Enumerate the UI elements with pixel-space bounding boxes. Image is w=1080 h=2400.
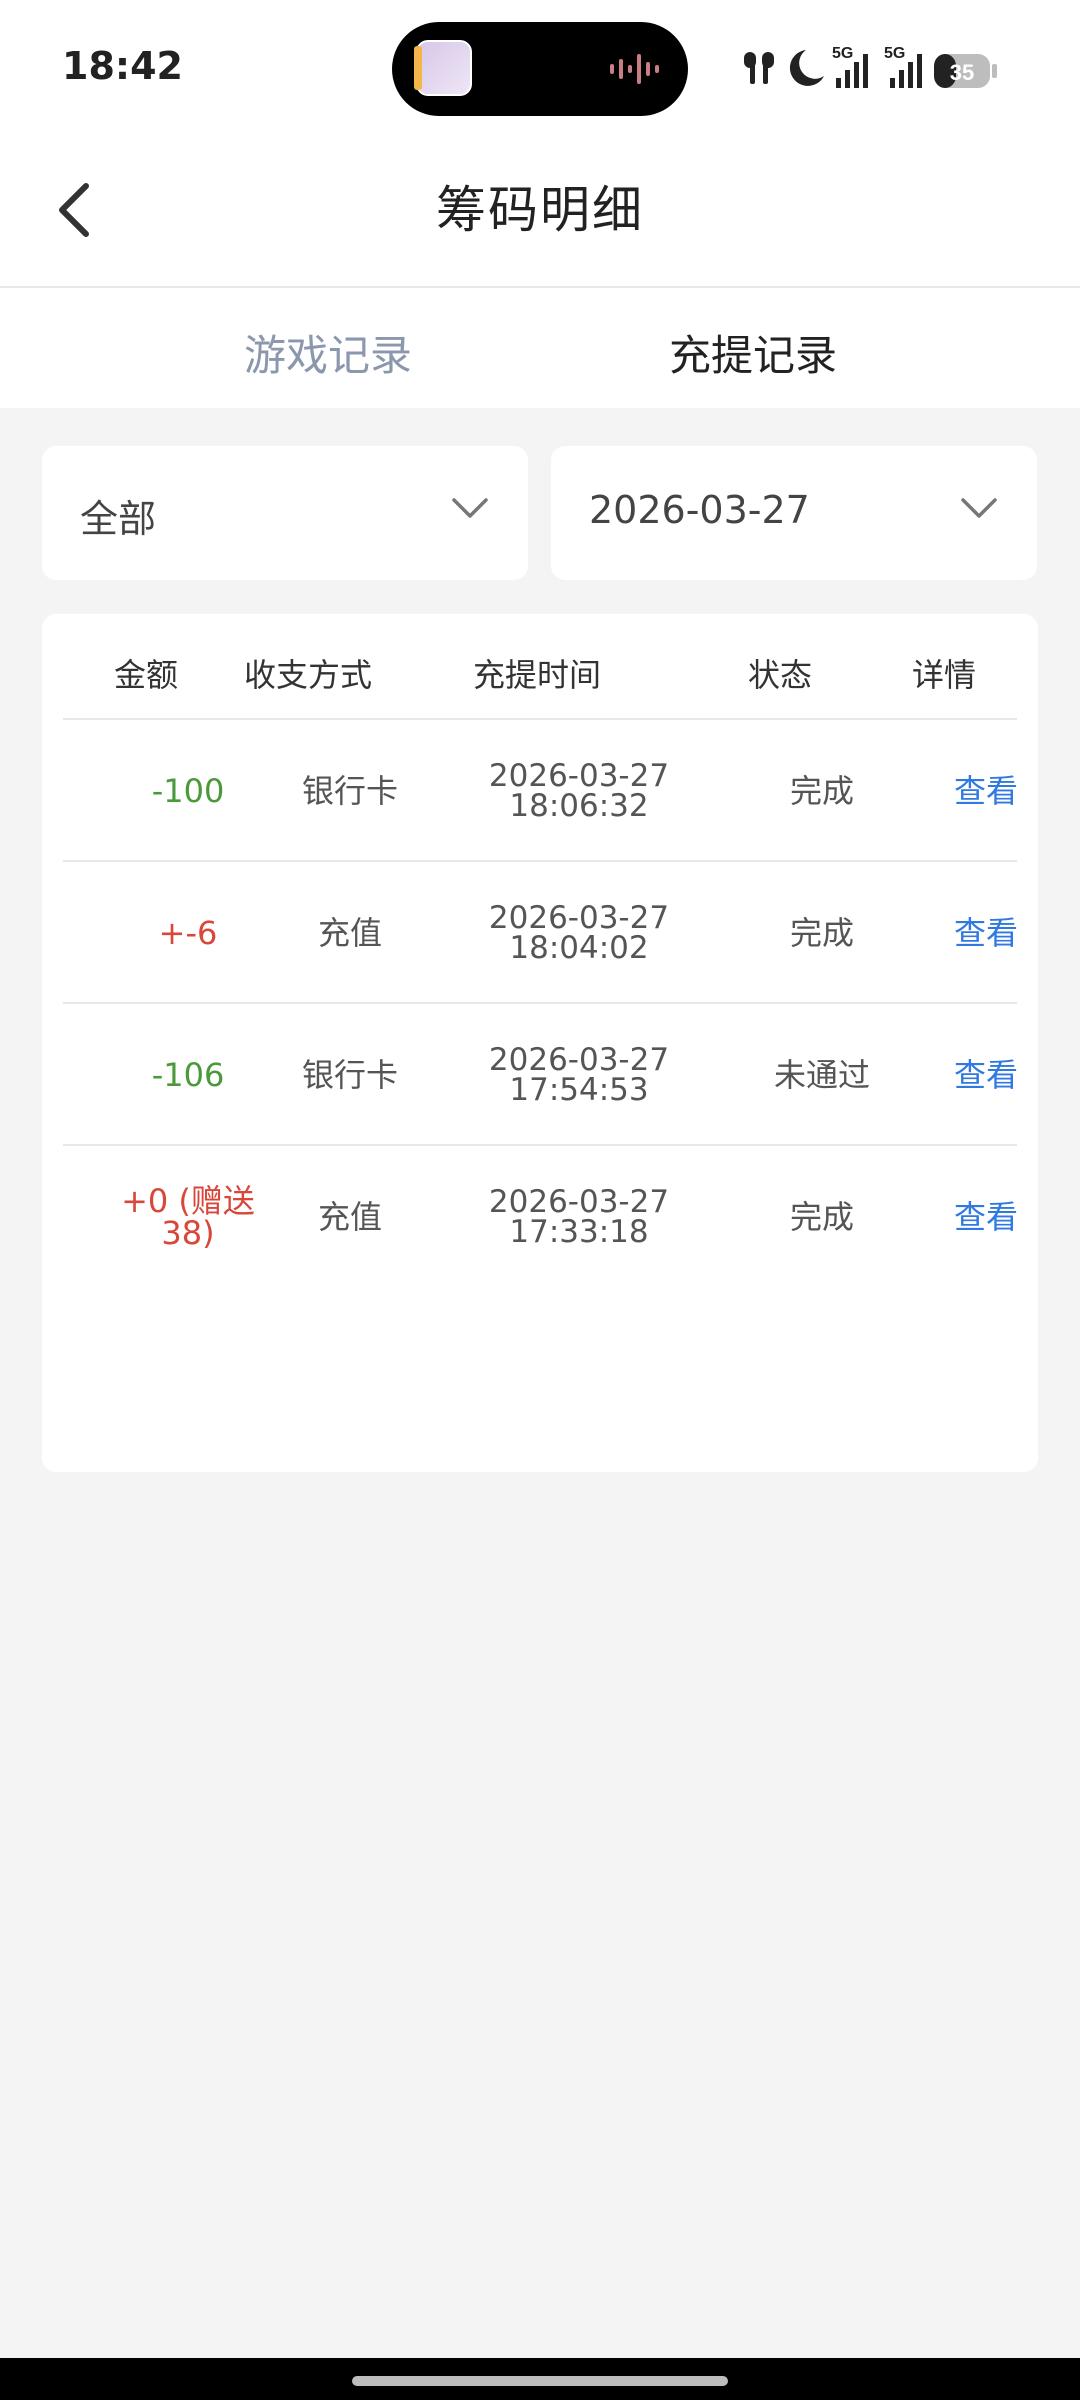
music-app-icon [414,40,472,96]
tab-game-records[interactable]: 游戏记录 [244,322,412,383]
date-filter-value: 2026-03-27 [589,488,810,532]
tab-deposit-withdraw-records[interactable]: 充提记录 [669,322,837,383]
row-method: 充值 [317,1198,382,1236]
row-method: 充值 [317,914,382,952]
battery-icon: 35 [934,54,997,88]
row-clock: 18:06:32 [509,788,649,824]
row-amount: -106 [113,1004,263,1146]
record-tabs: 游戏记录 充提记录 [0,288,1080,408]
type-filter-value: 全部 [80,497,157,541]
row-status: 完成 [789,1198,854,1236]
row-date: 2026-03-27 [488,758,670,794]
svg-text:5G: 5G [832,45,853,62]
dynamic-island[interactable] [392,22,688,116]
row-time: 2026-03-27 17:54:53 [459,1004,699,1146]
row-time: 2026-03-27 17:33:18 [459,1146,699,1288]
row-method: 银行卡 [301,1056,398,1094]
row-clock: 17:33:18 [509,1214,649,1250]
gesture-bar [0,2358,1080,2400]
nav-header: 筹码明细 [0,140,1080,288]
signal-icon: 5G [884,45,922,88]
amount-text: +-6 [158,914,218,952]
type-filter-select[interactable]: 全部 [42,446,528,580]
svg-text:5G: 5G [884,45,905,62]
chevron-down-icon [452,498,488,518]
amount-text: -100 [151,772,225,810]
amount-text: +0 (赠送38) [121,1182,255,1252]
table-row: -106 银行卡 2026-03-27 17:54:53 未通过 查看 [63,1002,1018,1146]
view-detail-link[interactable]: 查看 [936,862,1036,1004]
header-method: 收支方式 [243,656,373,694]
table-row: -100 银行卡 2026-03-27 18:06:32 完成 查看 [63,718,1018,862]
signal-icon: 5G [832,45,868,88]
page-title: 筹码明细 [436,181,644,239]
row-status: 完成 [789,772,854,810]
header-time: 充提时间 [472,656,602,694]
date-filter-select[interactable]: 2026-03-27 [551,446,1037,580]
row-status: 未通过 [773,1056,870,1094]
row-time: 2026-03-27 18:06:32 [459,720,699,862]
header-amount: 金额 [113,656,179,694]
row-method: 银行卡 [301,772,398,810]
row-amount: +-6 [113,862,263,1004]
earbuds-icon [744,52,774,84]
status-time: 18:42 [62,44,183,88]
view-detail-link[interactable]: 查看 [936,720,1036,862]
home-indicator[interactable] [352,2376,728,2386]
amount-text: -106 [151,1056,225,1094]
header-detail: 详情 [911,656,977,694]
table-header: 金额 收支方式 充提时间 状态 详情 [42,614,1038,718]
row-date: 2026-03-27 [488,900,670,936]
records-table: 金额 收支方式 充提时间 状态 详情 -100 银行卡 2026-03-27 18… [42,614,1038,1472]
row-status: 完成 [789,914,854,952]
svg-text:35: 35 [950,60,974,85]
view-detail-link[interactable]: 查看 [936,1146,1036,1288]
table-row: +-6 充值 2026-03-27 18:04:02 完成 查看 [63,860,1018,1004]
view-detail-link[interactable]: 查看 [936,1004,1036,1146]
moon-icon [789,50,824,86]
row-clock: 17:54:53 [509,1072,649,1108]
audio-wave-icon [610,54,659,84]
system-status-icons: 5G 5G 35 [744,45,997,88]
header-status: 状态 [747,656,813,694]
row-amount: +0 (赠送38) [113,1146,263,1288]
chevron-down-icon [961,498,997,518]
row-date: 2026-03-27 [488,1184,670,1220]
table-row: +0 (赠送38) 充值 2026-03-27 17:33:18 完成 查看 [63,1144,1018,1288]
row-clock: 18:04:02 [509,930,649,966]
row-time: 2026-03-27 18:04:02 [459,862,699,1004]
status-bar: 18:42 5G 5G 35 [0,0,1080,140]
row-amount: -100 [113,720,263,862]
row-date: 2026-03-27 [488,1042,670,1078]
